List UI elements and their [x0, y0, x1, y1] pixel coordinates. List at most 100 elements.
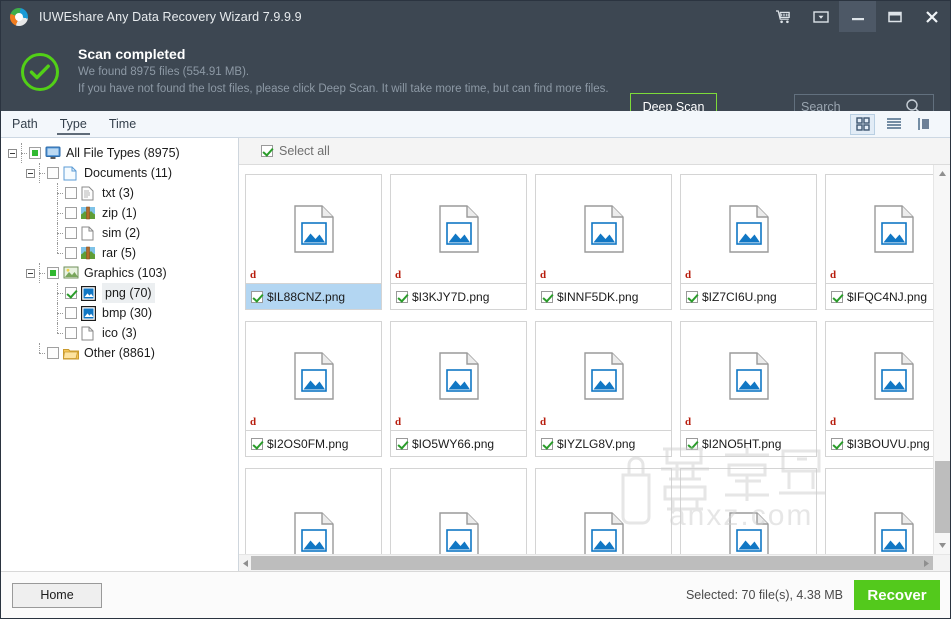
cart-icon[interactable] [765, 1, 802, 32]
file-checkbox[interactable] [251, 290, 263, 303]
tab-time[interactable]: Time [98, 111, 147, 137]
tree-checkbox[interactable] [65, 307, 77, 319]
file-tile[interactable]: d $I3BOUVU.png [825, 321, 950, 457]
file-name-label: $I3KJY7D.png [412, 289, 490, 304]
file-tile[interactable]: d $IFQC4NJ.png [825, 174, 950, 310]
file-checkbox[interactable] [831, 290, 843, 303]
file-name-row[interactable]: $IL88CNZ.png [246, 283, 381, 309]
file-tile[interactable]: d $IYZLG8V.png [535, 321, 672, 457]
select-all-checkbox[interactable] [261, 145, 273, 157]
expander-icon[interactable] [26, 268, 35, 278]
tree-checkbox[interactable] [65, 247, 77, 259]
detail-view-icon[interactable] [912, 114, 937, 135]
file-name-row[interactable]: $IZ7CI6U.png [681, 283, 816, 309]
file-name-row[interactable]: $I3KJY7D.png [391, 283, 526, 309]
tree-node-ico[interactable]: ico (3) [1, 323, 238, 343]
file-name-row[interactable]: $I2OS0FM.png [246, 430, 381, 456]
deleted-badge: d [250, 269, 257, 281]
file-tile[interactable]: d $I2NO5HT.png [680, 321, 817, 457]
scroll-right-icon[interactable] [920, 555, 933, 571]
file-thumbnail: d [536, 322, 671, 430]
tree-node-txt[interactable]: txt (3) [1, 183, 238, 203]
tree-node-sim[interactable]: sim (2) [1, 223, 238, 243]
deleted-badge: d [250, 416, 257, 428]
scroll-up-icon[interactable] [934, 165, 950, 182]
image-file-icon [81, 305, 97, 321]
file-tile[interactable]: d $I2OS0FM.png [245, 321, 382, 457]
app-logo-icon [10, 7, 28, 26]
file-name-row[interactable]: $INNF5DK.png [536, 283, 671, 309]
tree-node-zip[interactable]: zip (1) [1, 203, 238, 223]
tree-checkbox[interactable] [65, 327, 77, 339]
menu-dropdown-icon[interactable] [802, 1, 839, 32]
expander-icon[interactable] [8, 148, 17, 158]
file-tile[interactable]: d $IO5WY66.png [390, 321, 527, 457]
file-checkbox[interactable] [541, 437, 553, 450]
tree-checkbox[interactable] [29, 147, 41, 159]
file-checkbox[interactable] [541, 290, 553, 303]
tree-checkbox[interactable] [47, 167, 59, 179]
file-thumbnail [536, 469, 671, 554]
file-tile[interactable]: d $IZ7CI6U.png [680, 174, 817, 310]
file-checkbox[interactable] [831, 437, 843, 450]
tree-checkbox[interactable] [65, 207, 77, 219]
vertical-scrollbar[interactable] [933, 165, 950, 554]
tree-node-documents[interactable]: Documents (11) [1, 163, 238, 183]
select-all-label[interactable]: Select all [279, 144, 330, 158]
tree-label: All File Types (8975) [66, 146, 180, 160]
tree-label: png (70) [102, 283, 155, 303]
tree-checkbox[interactable] [65, 187, 77, 199]
file-tile[interactable] [680, 468, 817, 554]
file-checkbox[interactable] [396, 437, 408, 450]
file-checkbox[interactable] [251, 437, 263, 450]
list-view-icon[interactable] [881, 114, 906, 135]
file-checkbox[interactable] [686, 437, 698, 450]
close-icon[interactable] [913, 1, 950, 32]
document-icon [63, 166, 79, 181]
tree-checkbox[interactable] [65, 287, 77, 299]
tree-checkbox[interactable] [65, 227, 77, 239]
file-name-row[interactable]: $I3BOUVU.png [826, 430, 950, 456]
tree-checkbox[interactable] [47, 347, 59, 359]
tree-line [17, 143, 27, 163]
grid-view-icon[interactable] [850, 113, 875, 135]
minimize-icon[interactable] [839, 1, 876, 32]
tree-node-graphics[interactable]: Graphics (103) [1, 263, 238, 283]
file-tile[interactable] [390, 468, 527, 554]
tree-node-png[interactable]: png (70) [1, 283, 238, 303]
image-file-icon [81, 285, 97, 301]
file-checkbox[interactable] [686, 290, 698, 303]
tree-line [53, 223, 63, 243]
file-tile[interactable] [535, 468, 672, 554]
scroll-down-icon[interactable] [934, 537, 950, 554]
deleted-badge: d [830, 269, 837, 281]
file-name-row[interactable]: $IO5WY66.png [391, 430, 526, 456]
file-tile[interactable]: d $INNF5DK.png [535, 174, 672, 310]
expander-icon[interactable] [26, 168, 35, 178]
file-thumbnail: d [826, 322, 950, 430]
tab-path[interactable]: Path [1, 111, 49, 137]
file-tile[interactable]: d $IL88CNZ.png [245, 174, 382, 310]
file-name-row[interactable]: $I2NO5HT.png [681, 430, 816, 456]
recover-button[interactable]: Recover [854, 580, 940, 610]
file-tile[interactable]: d $I3KJY7D.png [390, 174, 527, 310]
view-toolbar: Path Type Time [1, 111, 950, 138]
horizontal-scrollbar[interactable] [239, 554, 950, 571]
vertical-scroll-thumb[interactable] [935, 461, 950, 533]
file-checkbox[interactable] [396, 290, 408, 303]
maximize-icon[interactable] [876, 1, 913, 32]
tree-node-bmp[interactable]: bmp (30) [1, 303, 238, 323]
tab-type[interactable]: Type [49, 111, 98, 137]
tree-node-all-file-types[interactable]: All File Types (8975) [1, 143, 238, 163]
tree-node-other[interactable]: Other (8861) [1, 343, 238, 363]
tree-checkbox[interactable] [47, 267, 59, 279]
horizontal-scroll-thumb[interactable] [251, 556, 933, 570]
tree-label: txt (3) [102, 186, 134, 200]
tree-node-rar[interactable]: rar (5) [1, 243, 238, 263]
file-name-row[interactable]: $IFQC4NJ.png [826, 283, 950, 309]
file-name-row[interactable]: $IYZLG8V.png [536, 430, 671, 456]
file-name-label: $IO5WY66.png [412, 436, 495, 451]
file-tile[interactable] [825, 468, 950, 554]
file-tile[interactable] [245, 468, 382, 554]
home-button[interactable]: Home [12, 582, 102, 608]
